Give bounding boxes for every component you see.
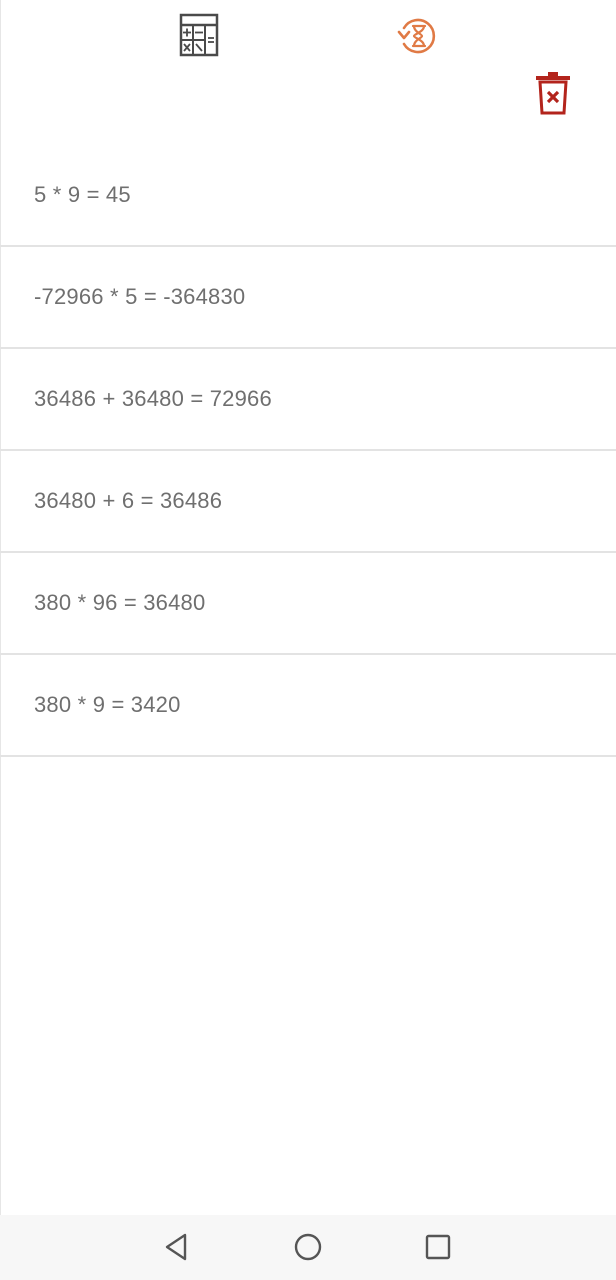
home-circle-icon <box>294 1233 322 1261</box>
history-item[interactable]: -72966 * 5 = -364830 <box>0 247 616 349</box>
history-item[interactable]: 36486 + 36480 = 72966 <box>0 349 616 451</box>
home-button[interactable] <box>288 1229 328 1265</box>
history-item[interactable]: 36480 + 6 = 36486 <box>0 451 616 553</box>
history-icon <box>397 18 436 54</box>
back-button[interactable] <box>156 1229 196 1265</box>
recents-square-icon <box>425 1234 451 1260</box>
top-toolbar <box>0 0 616 145</box>
recents-button[interactable] <box>418 1229 458 1265</box>
history-expression: 5 * 9 = 45 <box>34 182 131 207</box>
system-navigation-bar <box>0 1215 616 1280</box>
history-expression: -72966 * 5 = -364830 <box>34 284 246 309</box>
history-list: 5 * 9 = 45 -72966 * 5 = -364830 36486 + … <box>0 145 616 757</box>
history-item[interactable]: 380 * 96 = 36480 <box>0 553 616 655</box>
history-expression: 36480 + 6 = 36486 <box>34 488 223 513</box>
calculator-icon <box>179 13 219 57</box>
calculator-button[interactable] <box>178 12 220 58</box>
history-expression: 380 * 9 = 3420 <box>34 692 181 717</box>
clear-history-button[interactable] <box>533 70 573 116</box>
history-expression: 380 * 96 = 36480 <box>34 590 206 615</box>
back-triangle-icon <box>165 1233 187 1261</box>
history-item[interactable]: 5 * 9 = 45 <box>0 145 616 247</box>
history-button[interactable] <box>396 14 440 58</box>
history-item[interactable]: 380 * 9 = 3420 <box>0 655 616 757</box>
history-expression: 36486 + 36480 = 72966 <box>34 386 272 411</box>
trash-icon <box>536 72 570 115</box>
